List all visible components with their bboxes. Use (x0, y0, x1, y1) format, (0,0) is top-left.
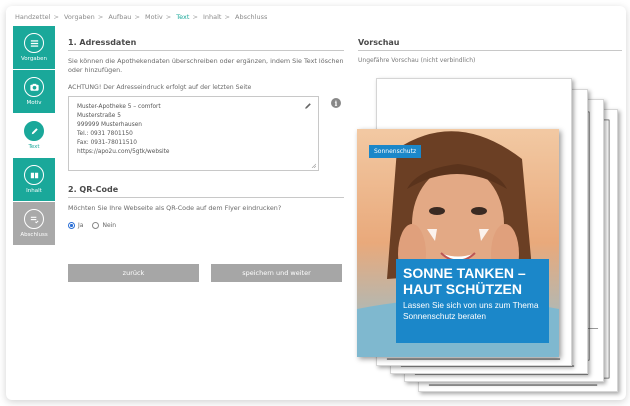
resize-handle-icon[interactable] (311, 163, 316, 168)
breadcrumb-item-current[interactable]: Text (176, 13, 189, 21)
qr-radio-yes[interactable]: Ja (68, 222, 83, 229)
address-line: Fax: 0931-78011510 (77, 140, 137, 146)
back-button[interactable]: zurück (68, 264, 199, 282)
flyer-tag: Sonnenschutz (369, 145, 422, 158)
step-navigation: Vorgaben Motiv Text Inhalt Abschluss (13, 26, 55, 246)
list-icon (24, 33, 44, 53)
preview-subtitle: Ungefähre Vorschau (nicht verbindlich) (358, 57, 476, 64)
qr-section: 2. QR-Code Möchten Sie Ihre Webseite als… (68, 185, 344, 229)
app-window: Handzettel > Vorgaben > Aufbau > Motiv > Tex… (6, 6, 626, 400)
form-area: 1. Adressdaten Sie können die Apothekend… (68, 38, 344, 229)
radio-yes-icon[interactable] (68, 222, 75, 229)
step-label: Abschluss (20, 232, 48, 238)
flyer-body-text: Lassen Sie sich von uns zum Thema Sonnen… (403, 300, 539, 321)
address-line: https://apo2u.com/5gtk/website (77, 149, 170, 155)
address-line: 999999 Musterhausen (77, 122, 142, 128)
address-line: Musterstraße 5 (77, 113, 121, 119)
address-note: ACHTUNG! Der Adresseindruck erfolgt auf … (68, 84, 252, 91)
breadcrumb-item[interactable]: Vorgaben (64, 13, 95, 21)
flyer-text-box: SONNE TANKEN – HAUT SCHÜTZEN Lassen Sie … (396, 259, 549, 343)
qr-question: Möchten Sie Ihre Webseite als QR-Code au… (68, 204, 282, 212)
checklist-icon (24, 209, 44, 229)
step-label: Text (28, 144, 40, 150)
address-line: Tel.: 0931 7801150 (77, 131, 133, 137)
preview-panel: Vorschau Ungefähre Vorschau (nicht verbi… (358, 38, 622, 64)
step-inhalt[interactable]: Inhalt (13, 158, 55, 201)
qr-radio-no[interactable]: Nein (92, 222, 116, 229)
radio-no-icon[interactable] (92, 222, 100, 229)
preview-title: Vorschau (358, 38, 622, 51)
step-text[interactable]: Text (13, 114, 55, 157)
step-label: Vorgaben (20, 56, 48, 62)
flyer-heading-line-2: HAUT SCHÜTZEN (403, 281, 522, 297)
address-row: Muster-Apotheke 5 – comfort Musterstraße… (68, 96, 344, 171)
qr-section-title: 2. QR-Code (68, 185, 344, 198)
camera-icon (24, 77, 44, 97)
form-buttons: zurück speichern und weiter (68, 264, 342, 282)
step-label: Inhalt (26, 188, 42, 194)
info-icon[interactable]: i (331, 98, 341, 108)
breadcrumb-item[interactable]: Aufbau (108, 13, 131, 21)
breadcrumb-item[interactable]: Handzettel (15, 13, 50, 21)
breadcrumb-item[interactable]: Abschluss (235, 13, 267, 21)
step-abschluss[interactable]: Abschluss (13, 202, 55, 245)
step-label: Motiv (26, 100, 42, 106)
flyer-heading-line-1: SONNE TANKEN – (403, 265, 526, 281)
pencil-icon (24, 121, 44, 141)
step-vorgaben[interactable]: Vorgaben (13, 26, 55, 69)
radio-yes-label: Ja (78, 222, 84, 229)
flyer-preview: Sonnenschutz SONNE TANKEN – HAUT SCHÜTZE… (357, 129, 559, 357)
address-description: Sie können die Apothekendaten überschrei… (68, 57, 344, 74)
qr-radio-group: Ja Nein (68, 222, 344, 229)
breadcrumb-item[interactable]: Motiv (145, 13, 163, 21)
address-section-title: 1. Adressdaten (68, 38, 344, 51)
address-line: Muster-Apotheke 5 – comfort (77, 104, 161, 110)
address-textarea[interactable]: Muster-Apotheke 5 – comfort Musterstraße… (68, 96, 319, 171)
edit-pencil-icon[interactable] (304, 102, 312, 110)
breadcrumb: Handzettel > Vorgaben > Aufbau > Motiv > Tex… (15, 13, 268, 21)
step-motiv[interactable]: Motiv (13, 70, 55, 113)
radio-no-label: Nein (102, 222, 117, 229)
breadcrumb-item[interactable]: Inhalt (203, 13, 222, 21)
content-icon (24, 165, 44, 185)
save-and-continue-button[interactable]: speichern und weiter (211, 264, 342, 282)
